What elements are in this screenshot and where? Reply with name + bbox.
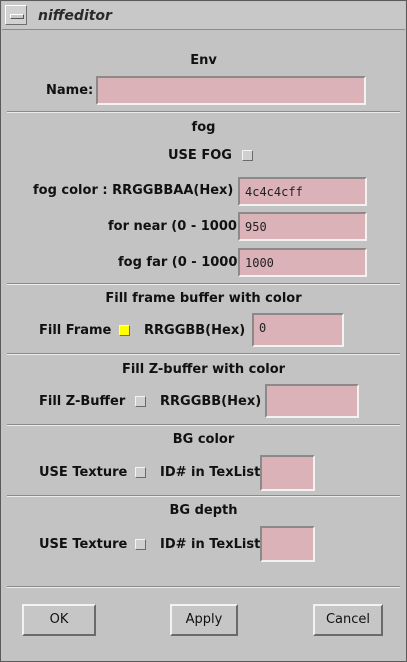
separator	[7, 111, 400, 113]
bg-color-id-input[interactable]	[260, 455, 315, 491]
env-section-title: Env	[190, 53, 217, 68]
apply-button[interactable]: Apply	[170, 604, 238, 636]
use-fog-checkbox[interactable]	[242, 150, 253, 161]
bg-depth-texture-checkbox[interactable]	[135, 539, 146, 550]
bg-color-texture-label: USE Texture	[39, 465, 128, 480]
separator	[7, 495, 400, 497]
bg-color-section-title: BG color	[172, 432, 235, 447]
bg-depth-texture-label: USE Texture	[39, 537, 128, 552]
separator	[7, 283, 400, 285]
dialog-body: Env Name: fog USE FOG fog color : RRGGBB…	[7, 35, 400, 583]
fill-frame-label: Fill Frame	[39, 323, 112, 338]
fill-frame-color-input[interactable]: 0	[252, 313, 344, 347]
separator	[7, 353, 400, 355]
title-bar[interactable]: niffeditor	[2, 2, 405, 30]
fill-frame-section-title: Fill frame buffer with color	[105, 291, 302, 306]
fill-z-section-title: Fill Z-buffer with color	[121, 362, 286, 377]
window-menu-button[interactable]	[5, 5, 27, 25]
fog-far-label: fog far (0 - 1000)	[118, 255, 244, 270]
fog-far-input[interactable]: 1000	[238, 248, 367, 277]
niffeditor-window: niffeditor Env Name: fog USE FOG fog col…	[0, 0, 407, 662]
name-label: Name:	[46, 83, 94, 98]
fill-frame-color-label: RRGGBB(Hex)	[144, 323, 246, 338]
use-fog-label: USE FOG	[168, 148, 232, 163]
bg-depth-id-input[interactable]	[260, 526, 315, 562]
bg-color-texture-checkbox[interactable]	[135, 467, 146, 478]
name-input[interactable]	[96, 76, 366, 105]
fill-z-checkbox[interactable]	[135, 396, 146, 407]
separator	[7, 424, 400, 426]
fill-z-color-input[interactable]	[265, 384, 359, 418]
window-menu-icon	[10, 14, 24, 19]
fog-color-label: fog color : RRGGBBAA(Hex)	[33, 183, 234, 198]
bg-depth-id-label: ID# in TexList	[160, 537, 261, 552]
cancel-button[interactable]: Cancel	[313, 604, 383, 636]
fog-color-input[interactable]: 4c4c4cff	[238, 177, 367, 206]
fill-z-label: Fill Z-Buffer	[39, 394, 126, 409]
bg-color-id-label: ID# in TexList	[160, 465, 261, 480]
bg-depth-section-title: BG depth	[169, 503, 238, 518]
footer-separator	[7, 586, 400, 588]
fog-near-input[interactable]: 950	[238, 212, 367, 241]
fog-near-label: for near (0 - 1000)	[108, 219, 243, 234]
ok-button[interactable]: OK	[22, 604, 96, 636]
fill-z-color-label: RRGGBB(Hex)	[160, 394, 262, 409]
fog-section-title: fog	[191, 120, 216, 135]
fill-frame-checkbox[interactable]	[119, 325, 130, 336]
window-title: niffeditor	[38, 8, 112, 24]
